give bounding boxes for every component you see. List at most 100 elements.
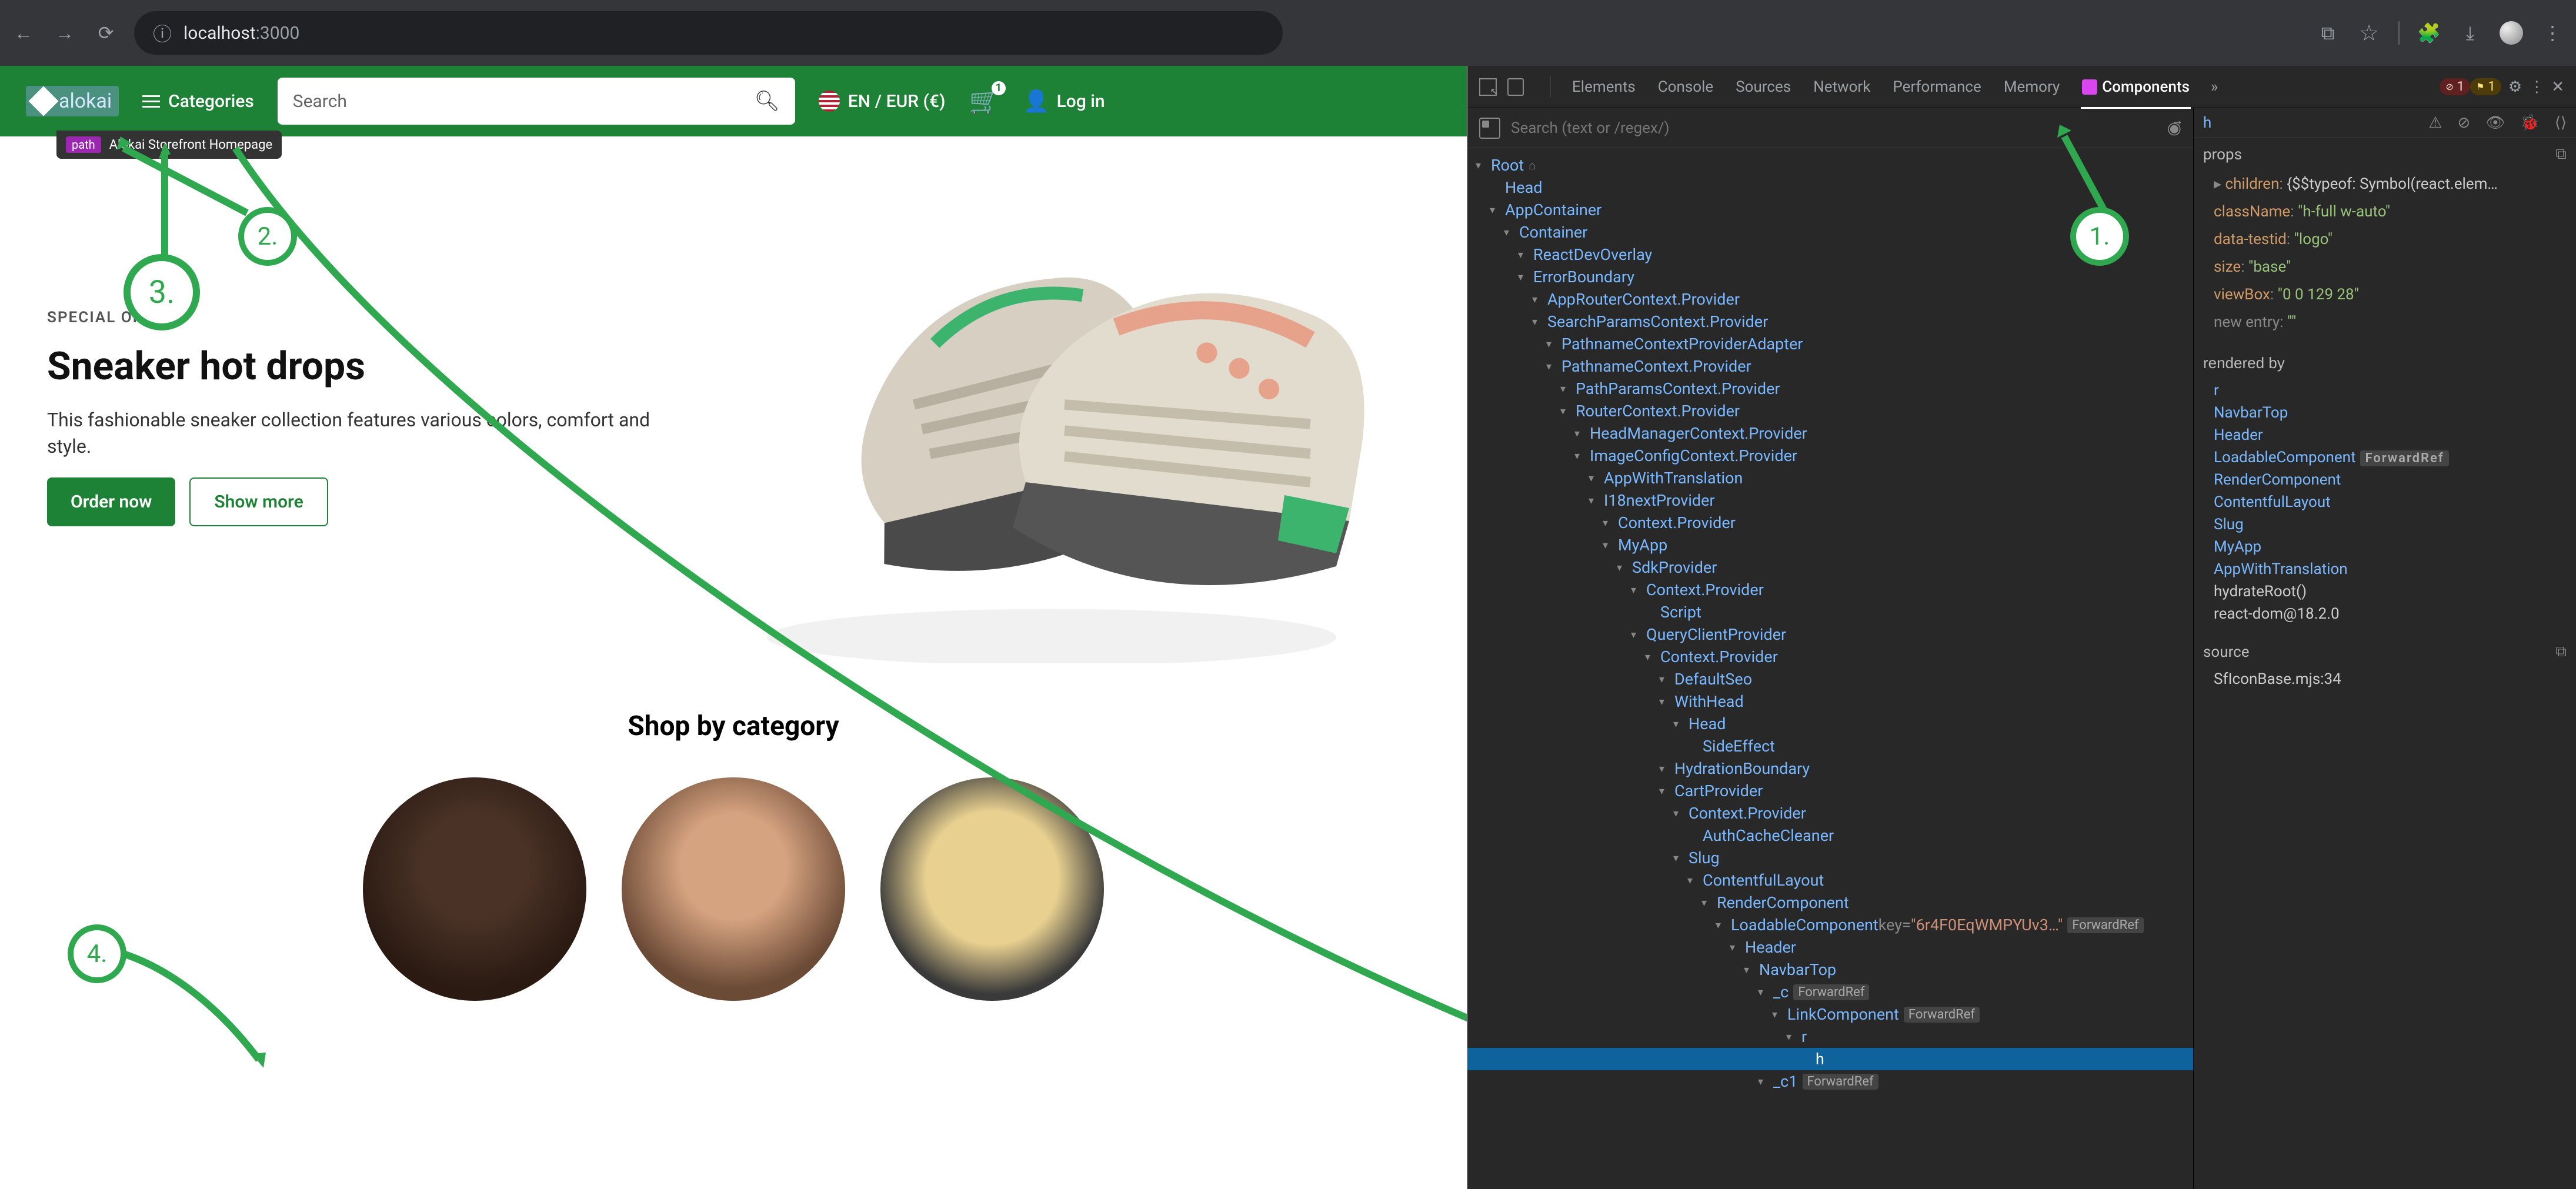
tree-node[interactable]: ▾I18nextProvider [1467,489,2193,512]
rendered-by-item[interactable]: react-dom@18.2.0 [2194,603,2576,625]
categories-button[interactable]: Categories [142,91,254,112]
rendered-by-item[interactable]: MyApp [2194,536,2576,558]
rendered-by-item[interactable]: r [2194,379,2576,402]
tab-network[interactable]: Network [1812,76,1871,98]
tree-node[interactable]: ▾ContentfulLayout [1467,869,2193,891]
devtools-close-icon[interactable]: ✕ [2551,78,2564,96]
address-bar[interactable]: ⓘ localhost:3000 [134,11,1283,55]
forward-icon[interactable]: → [53,21,76,45]
back-icon[interactable]: ← [12,21,35,45]
search-icon[interactable]: 🔍︎ [755,89,780,113]
rendered-by-item[interactable]: NavbarTop [2194,402,2576,424]
timer-icon[interactable]: ⊘ [2458,114,2471,132]
extensions-icon[interactable]: 🧩 [2417,21,2441,45]
eyedropper-icon[interactable]: ◉⃗ [2167,118,2181,138]
tree-node[interactable]: ▾MyApp [1467,534,2193,556]
tree-node[interactable]: ▾SdkProvider [1467,556,2193,579]
chrome-menu-icon[interactable]: ⋮ [2541,21,2564,45]
tree-node[interactable]: ▾Header [1467,936,2193,958]
tab-memory[interactable]: Memory [2003,76,2061,98]
search-input[interactable]: Search 🔍︎ [278,78,795,125]
cart-button[interactable]: 🛒 1 [969,87,999,116]
tree-node[interactable]: ▾ImageConfigContext.Provider [1467,445,2193,467]
tree-node[interactable]: ▾LoadableComponent key="6r4F0EqWMPYUv3…"… [1467,914,2193,936]
locale-selector[interactable]: EN / EUR (€) [819,91,946,112]
tree-node[interactable]: ▾Context.Provider [1467,802,2193,824]
logo[interactable]: alokai [26,86,119,116]
tree-node[interactable]: SideEffect [1467,735,2193,757]
tree-node[interactable]: ▾PathParamsContext.Provider [1467,378,2193,400]
copy-icon[interactable]: ⧉ [2555,145,2567,163]
tab-components[interactable]: Components [2081,76,2191,98]
rendered-by-item[interactable]: RenderComponent [2194,469,2576,491]
source-file[interactable]: SfIconBase.mjs:34 [2194,668,2576,690]
prop-row[interactable]: ▸ children: {$$typeof: Symbol(react.elem… [2194,171,2576,198]
tree-node[interactable]: AuthCacheCleaner [1467,824,2193,847]
tree-node[interactable]: Head [1467,176,2193,199]
tree-node[interactable]: ▾_cForwardRef [1467,981,2193,1003]
bookmark-icon[interactable]: ☆ [2357,21,2381,45]
site-info-icon[interactable]: ⓘ [151,21,174,45]
prop-row[interactable]: className: "h-full w-auto" [2194,198,2576,226]
tree-node[interactable]: ▾DefaultSeo [1467,668,2193,690]
copy-icon[interactable]: ⧉ [2555,643,2567,661]
show-more-button[interactable]: Show more [189,477,328,526]
tree-node[interactable]: ▾_c1ForwardRef [1467,1070,2193,1093]
prop-row[interactable]: size: "base" [2194,253,2576,281]
devtools-settings-icon[interactable]: ⚙ [2508,78,2522,96]
device-mode-icon[interactable] [1507,78,1524,96]
code-icon[interactable]: ⟨⟩ [2555,114,2567,132]
tree-node[interactable]: ▾QueryClientProvider [1467,623,2193,646]
inspect-element-icon[interactable]: ↖ [1479,78,1497,96]
tab-console[interactable]: Console [1657,76,1714,98]
reload-icon[interactable]: ⟳ [94,21,118,45]
tabs-overflow-icon[interactable]: » [2211,78,2218,96]
category-item[interactable] [622,777,845,1001]
tree-node[interactable]: ▾r [1467,1026,2193,1048]
tree-node[interactable]: ▾Slug [1467,847,2193,869]
component-tree[interactable]: ▾Root⌂Head▾AppContainer▾Container▾ReactD… [1467,148,2193,1189]
tree-node[interactable]: ▾Root⌂ [1467,154,2193,176]
tree-node[interactable]: ▾AppWithTranslation [1467,467,2193,489]
tab-performance[interactable]: Performance [1891,76,1982,98]
tree-node[interactable]: ▾Context.Provider [1467,512,2193,534]
tree-node[interactable]: ▾ErrorBoundary [1467,266,2193,288]
select-element-icon[interactable] [1479,118,1500,139]
tree-node[interactable]: ▾Context.Provider [1467,579,2193,601]
warn-icon[interactable]: ⚠ [2428,114,2442,132]
login-button[interactable]: 👤 Log in [1023,89,1105,113]
rendered-by-item[interactable]: Slug [2194,513,2576,536]
tree-node[interactable]: ▾CartProvider [1467,780,2193,802]
install-icon[interactable]: ⧉ [2316,21,2340,45]
tree-node[interactable]: ▾RouterContext.Provider [1467,400,2193,422]
tree-node[interactable]: ▾Context.Provider [1467,646,2193,668]
rendered-by-item[interactable]: AppWithTranslation [2194,558,2576,580]
rendered-by-item[interactable]: ContentfulLayout [2194,491,2576,513]
tree-node[interactable]: ▾SearchParamsContext.Provider [1467,310,2193,333]
tree-node[interactable]: ▾PathnameContextProviderAdapter [1467,333,2193,355]
download-icon[interactable]: ⤓ [2458,21,2482,45]
category-item[interactable] [363,777,586,1001]
tab-sources[interactable]: Sources [1734,76,1792,98]
tree-node[interactable]: ▾PathnameContext.Provider [1467,355,2193,378]
tree-search-input[interactable] [1511,119,2157,137]
rendered-by-item[interactable]: LoadableComponentForwardRef [2194,446,2576,469]
console-errors[interactable]: ⊘1 [2440,78,2470,95]
tree-node[interactable]: Script [1467,601,2193,623]
tree-node[interactable]: ▾Head [1467,713,2193,735]
tree-node[interactable]: ▾RenderComponent [1467,891,2193,914]
tree-node[interactable]: ▾LinkComponentForwardRef [1467,1003,2193,1026]
tree-node[interactable]: ▾NavbarTop [1467,958,2193,981]
tree-node[interactable]: ▾WithHead [1467,690,2193,713]
rendered-by-item[interactable]: Header [2194,424,2576,446]
order-now-button[interactable]: Order now [47,477,175,526]
prop-row[interactable]: new entry: "" [2194,309,2576,336]
devtools-menu-icon[interactable]: ⋮ [2529,78,2544,96]
tree-node[interactable]: ▾HydrationBoundary [1467,757,2193,780]
bug-icon[interactable]: 🐞 [2520,114,2539,132]
console-warnings[interactable]: ⚑1 [2470,78,2501,95]
eye-icon[interactable]: 👁 [2485,114,2505,132]
tree-node[interactable]: ▾AppRouterContext.Provider [1467,288,2193,310]
profile-avatar[interactable] [2500,21,2523,45]
tab-elements[interactable]: Elements [1571,76,1637,98]
